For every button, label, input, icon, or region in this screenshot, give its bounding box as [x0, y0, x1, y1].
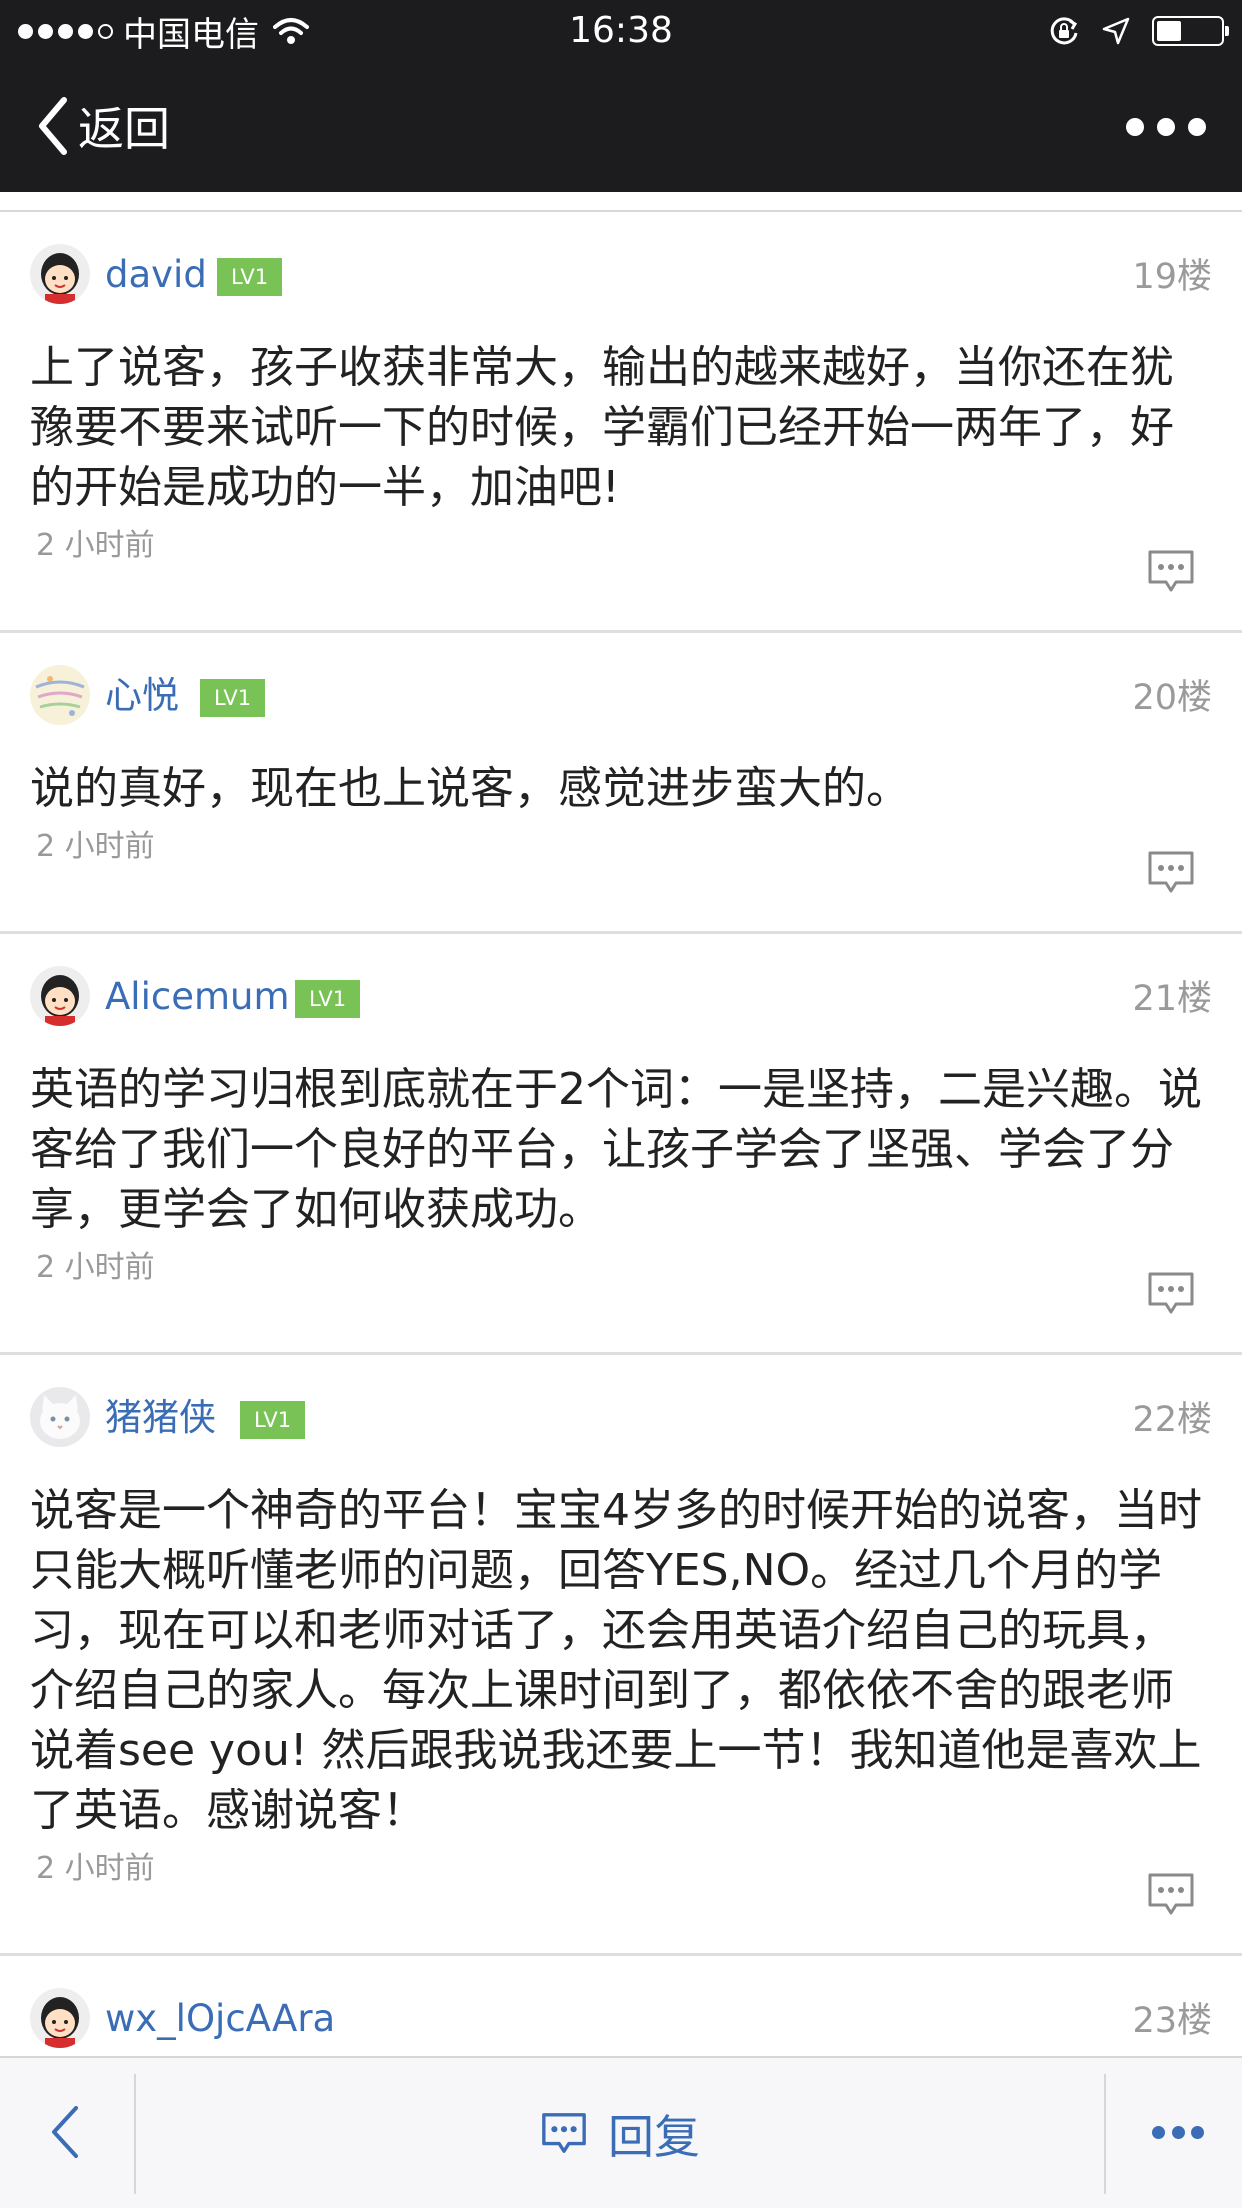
level-badge: LV1 [240, 1401, 306, 1439]
avatar[interactable] [30, 1387, 90, 1447]
ellipsis-dot [1191, 2125, 1204, 2139]
username[interactable]: david [105, 250, 207, 300]
comment-icon[interactable] [1146, 1871, 1196, 1919]
comment-icon[interactable] [1146, 1270, 1196, 1318]
username[interactable]: 猪猪侠 [105, 1393, 216, 1443]
comment-header: 心悦 LV1 20楼 [0, 633, 1242, 755]
birthday-avatar-icon [30, 665, 90, 725]
comment-item: david LV1 19楼 上了说客，孩子收获非常大，输出的越来越好，当你还在犹… [0, 212, 1242, 633]
more-options-button[interactable] [1126, 102, 1206, 152]
battery-icon [1152, 16, 1229, 46]
ellipsis-dot [1157, 118, 1175, 136]
comment-text: 说的真好，现在也上说客，感觉进步蛮大的。 [30, 763, 910, 814]
reply-label: 回复 [608, 2110, 700, 2164]
comment-header: david LV1 19楼 [0, 212, 1242, 334]
divider [0, 192, 1242, 212]
divider [134, 2074, 136, 2194]
chevron-left-icon [39, 97, 67, 155]
comment-item: 心悦 LV1 20楼 说的真好，现在也上说客，感觉进步蛮大的。 2 小时前 [0, 633, 1242, 934]
back-label: 返回 [78, 102, 170, 156]
level-badge: LV1 [217, 258, 283, 296]
ellipsis-dot [1171, 2125, 1185, 2139]
comment-time: 2 小时前 [36, 1851, 155, 1886]
comment-time: 2 小时前 [36, 528, 155, 563]
floor-number: 19楼 [1132, 257, 1212, 297]
avatar[interactable] [30, 1988, 90, 2048]
comment-feed[interactable]: david LV1 19楼 上了说客，孩子收获非常大，输出的越来越好，当你还在犹… [0, 192, 1242, 2056]
comment-header: 猪猪侠 LV1 22楼 [0, 1355, 1242, 1477]
location-arrow-icon [1102, 17, 1130, 45]
comment-time: 2 小时前 [36, 829, 155, 864]
floor-number: 20楼 [1132, 678, 1212, 718]
ellipsis-dot [1188, 118, 1206, 136]
comment-meta: 2 小时前 [0, 518, 1242, 630]
username[interactable]: wx_lOjcAAra [105, 1994, 335, 2044]
reply-button[interactable]: 回复 [540, 2098, 700, 2170]
comment-item: Alicemum LV1 21楼 英语的学习归根到底就在于2个词：一是坚持，二是… [0, 934, 1242, 1355]
back-button[interactable]: 返回 [36, 92, 170, 160]
comment-item: 猪猪侠 LV1 22楼 说客是一个神奇的平台！宝宝4岁多的时候开始的说客，当时只… [0, 1355, 1242, 1956]
cat-avatar-icon [30, 1387, 90, 1447]
comment-item: wx_lOjcAAra 23楼 [0, 1956, 1242, 2056]
username[interactable]: Alicemum [105, 972, 290, 1022]
floor-number: 21楼 [1132, 979, 1212, 1019]
nav-bar: 返回 [0, 62, 1242, 192]
comment-meta: 2 小时前 [0, 1240, 1242, 1352]
username[interactable]: 心悦 [105, 671, 179, 721]
boy-avatar-icon [30, 244, 90, 304]
bottom-toolbar: 回复 [0, 2056, 1242, 2208]
comment-meta: 2 小时前 [0, 819, 1242, 931]
floor-number: 22楼 [1132, 1400, 1212, 1440]
comment-meta: 2 小时前 [0, 1841, 1242, 1953]
comment-text: 上了说客，孩子收获非常大，输出的越来越好，当你还在犹豫要不要来试听一下的时候，学… [30, 342, 1174, 513]
avatar[interactable] [30, 244, 90, 304]
comment-text: 说客是一个神奇的平台！宝宝4岁多的时候开始的说客，当时只能大概听懂老师的问题，回… [30, 1485, 1202, 1836]
boy-avatar-icon [30, 966, 90, 1026]
avatar[interactable] [30, 966, 90, 1026]
ellipsis-dot [1126, 118, 1144, 136]
level-badge: LV1 [200, 679, 266, 717]
rotation-lock-icon [1050, 17, 1078, 45]
comment-time: 2 小时前 [36, 1250, 155, 1285]
comment-header: Alicemum LV1 21楼 [0, 934, 1242, 1056]
comment-text: 英语的学习归根到底就在于2个词：一是坚持，二是兴趣。说客给了我们一个良好的平台，… [30, 1064, 1202, 1235]
status-right [1048, 10, 1229, 52]
floor-number: 23楼 [1132, 2001, 1212, 2041]
speech-bubble-icon [542, 2113, 586, 2153]
more-options-button[interactable] [1152, 2122, 1204, 2142]
ellipsis-dot [1152, 2125, 1165, 2139]
comment-icon[interactable] [1146, 548, 1196, 596]
comment-header: wx_lOjcAAra 23楼 [0, 1956, 1242, 2056]
avatar[interactable] [30, 665, 90, 725]
divider [1104, 2074, 1106, 2194]
level-badge: LV1 [295, 980, 361, 1018]
comment-icon[interactable] [1146, 849, 1196, 897]
status-bar: 中国电信 16:38 [0, 0, 1242, 62]
boy-avatar-icon [30, 1988, 90, 2048]
chevron-left-icon[interactable] [40, 2102, 90, 2162]
